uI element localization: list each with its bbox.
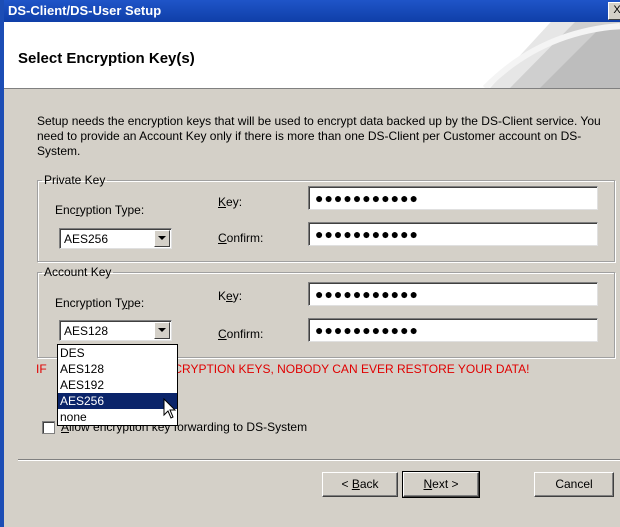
account-encryption-type-value: AES128 — [64, 324, 109, 338]
cancel-button[interactable]: Cancel — [534, 472, 614, 497]
back-button[interactable]: < Back — [322, 472, 398, 497]
encryption-type-dropdown-list[interactable]: DES AES128 AES192 AES256 none — [57, 344, 178, 426]
mouse-cursor-icon — [163, 398, 177, 419]
close-icon[interactable]: X — [608, 2, 620, 20]
dropdown-option-none[interactable]: none — [58, 409, 177, 425]
setup-dialog: DS-Client/DS-User Setup X Select Encrypt… — [0, 0, 620, 527]
private-key-field[interactable]: ●●●●●●●●●●● — [308, 186, 598, 210]
private-key-label: Key: — [218, 195, 243, 209]
dropdown-option-aes256[interactable]: AES256 — [58, 393, 177, 409]
intro-text: Setup needs the encryption keys that wil… — [37, 114, 601, 158]
chevron-down-icon[interactable] — [154, 322, 170, 339]
warning-prefix: IF — [36, 362, 47, 376]
private-confirm-label: Confirm: — [218, 231, 264, 245]
wizard-header: Select Encryption Key(s) — [4, 22, 620, 89]
private-encryption-type-value: AES256 — [64, 232, 109, 246]
account-key-field[interactable]: ●●●●●●●●●●● — [308, 282, 598, 306]
chevron-down-icon[interactable] — [154, 230, 170, 247]
header-graphic-icon — [482, 22, 620, 88]
account-encryption-type-select[interactable]: AES128 — [59, 320, 172, 341]
window-title: DS-Client/DS-User Setup — [8, 3, 162, 18]
account-key-label: Key: — [218, 289, 243, 303]
account-confirm-label: Confirm: — [218, 327, 264, 341]
title-bar[interactable]: DS-Client/DS-User Setup X — [4, 0, 620, 22]
account-confirm-field[interactable]: ●●●●●●●●●●● — [308, 318, 598, 342]
account-key-legend: Account Key — [44, 265, 112, 279]
next-button[interactable]: Next > — [402, 471, 480, 498]
private-encryption-type-select[interactable]: AES256 — [59, 228, 172, 249]
forwarding-checkbox[interactable] — [42, 421, 55, 434]
private-key-legend: Private Key — [44, 173, 106, 187]
private-encryption-type-label: Encryption Type: — [55, 203, 145, 217]
footer-divider — [18, 459, 620, 461]
account-encryption-type-label: Encryption Type: — [55, 296, 145, 310]
private-confirm-field[interactable]: ●●●●●●●●●●● — [308, 222, 598, 246]
page-title: Select Encryption Key(s) — [18, 50, 195, 67]
warning-suffix: NCRYPTION KEYS, NOBODY CAN EVER RESTORE … — [164, 362, 530, 376]
dropdown-option-aes128[interactable]: AES128 — [58, 361, 177, 377]
dropdown-option-aes192[interactable]: AES192 — [58, 377, 177, 393]
dropdown-option-des[interactable]: DES — [58, 345, 177, 361]
